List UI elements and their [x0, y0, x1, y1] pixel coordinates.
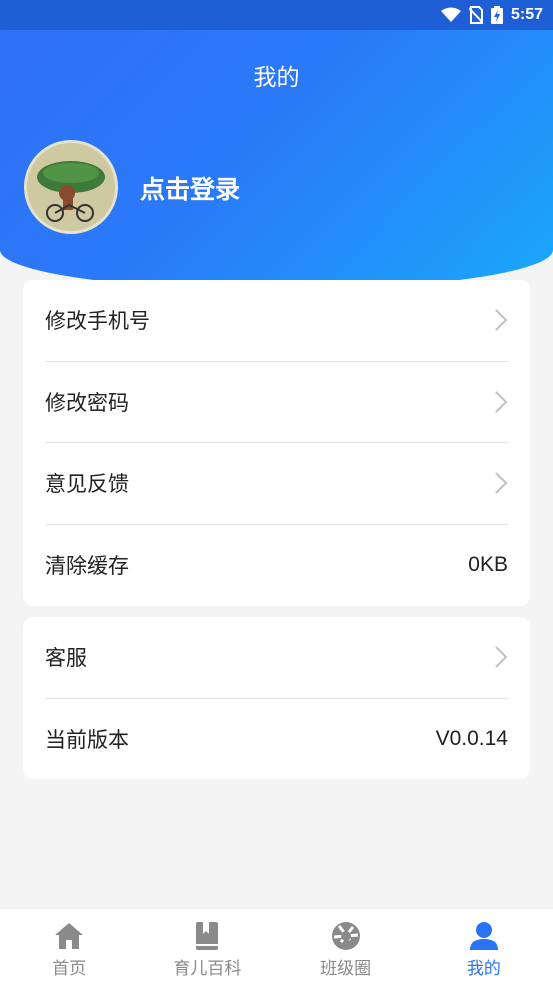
- aperture-icon: [331, 922, 360, 950]
- login-link[interactable]: 点击登录: [140, 170, 240, 206]
- cache-size-value: 0KB: [468, 553, 508, 577]
- bottom-tab-bar: 首页 育儿百科 班级圈 我的: [0, 908, 553, 983]
- avatar-image: [27, 143, 115, 231]
- tab-class-circle[interactable]: 班级圈: [277, 909, 415, 983]
- chevron-right-icon: [495, 309, 508, 331]
- menu-item-label: 修改手机号: [45, 309, 150, 334]
- tab-label: 首页: [52, 959, 87, 979]
- version-value: V0.0.14: [435, 727, 508, 751]
- menu-item-clear-cache[interactable]: 清除缓存 0KB: [45, 525, 508, 607]
- menu-item-label: 客服: [45, 646, 87, 671]
- status-bar: 5:57: [0, 0, 553, 30]
- tab-parenting-encyclopedia[interactable]: 育儿百科: [138, 909, 276, 983]
- menu-item-label: 当前版本: [45, 728, 129, 753]
- avatar[interactable]: [24, 140, 118, 234]
- menu-item-label: 意见反馈: [45, 472, 129, 497]
- menu-item-label: 修改密码: [45, 390, 129, 415]
- menu-item-change-password[interactable]: 修改密码: [45, 362, 508, 443]
- wifi-icon: [440, 7, 461, 22]
- menu-item-version: 当前版本 V0.0.14: [45, 699, 508, 781]
- user-icon: [469, 922, 498, 950]
- page-title: 我的: [253, 65, 300, 91]
- about-card: 客服 当前版本 V0.0.14: [23, 617, 530, 779]
- chevron-right-icon: [495, 646, 508, 668]
- menu-item-label: 清除缓存: [45, 554, 129, 579]
- tab-label: 班级圈: [320, 959, 372, 979]
- menu-item-customer-service[interactable]: 客服: [45, 617, 508, 699]
- book-icon: [196, 922, 219, 950]
- menu-item-feedback[interactable]: 意见反馈: [45, 443, 508, 525]
- menu-item-change-phone[interactable]: 修改手机号: [45, 280, 508, 362]
- chevron-right-icon: [495, 391, 508, 413]
- tab-home[interactable]: 首页: [0, 909, 138, 983]
- tab-label: 育儿百科: [173, 959, 242, 979]
- chevron-right-icon: [495, 472, 508, 494]
- settings-card: 修改手机号 修改密码 意见反馈 清除缓存 0KB: [23, 280, 530, 606]
- battery-icon: [490, 6, 503, 24]
- tab-me[interactable]: 我的: [415, 909, 553, 983]
- status-time: 5:57: [510, 6, 543, 23]
- home-icon: [55, 923, 84, 949]
- no-sim-icon: [468, 6, 483, 24]
- tab-label: 我的: [466, 959, 501, 979]
- profile-header: 我的 点击登录: [0, 30, 553, 290]
